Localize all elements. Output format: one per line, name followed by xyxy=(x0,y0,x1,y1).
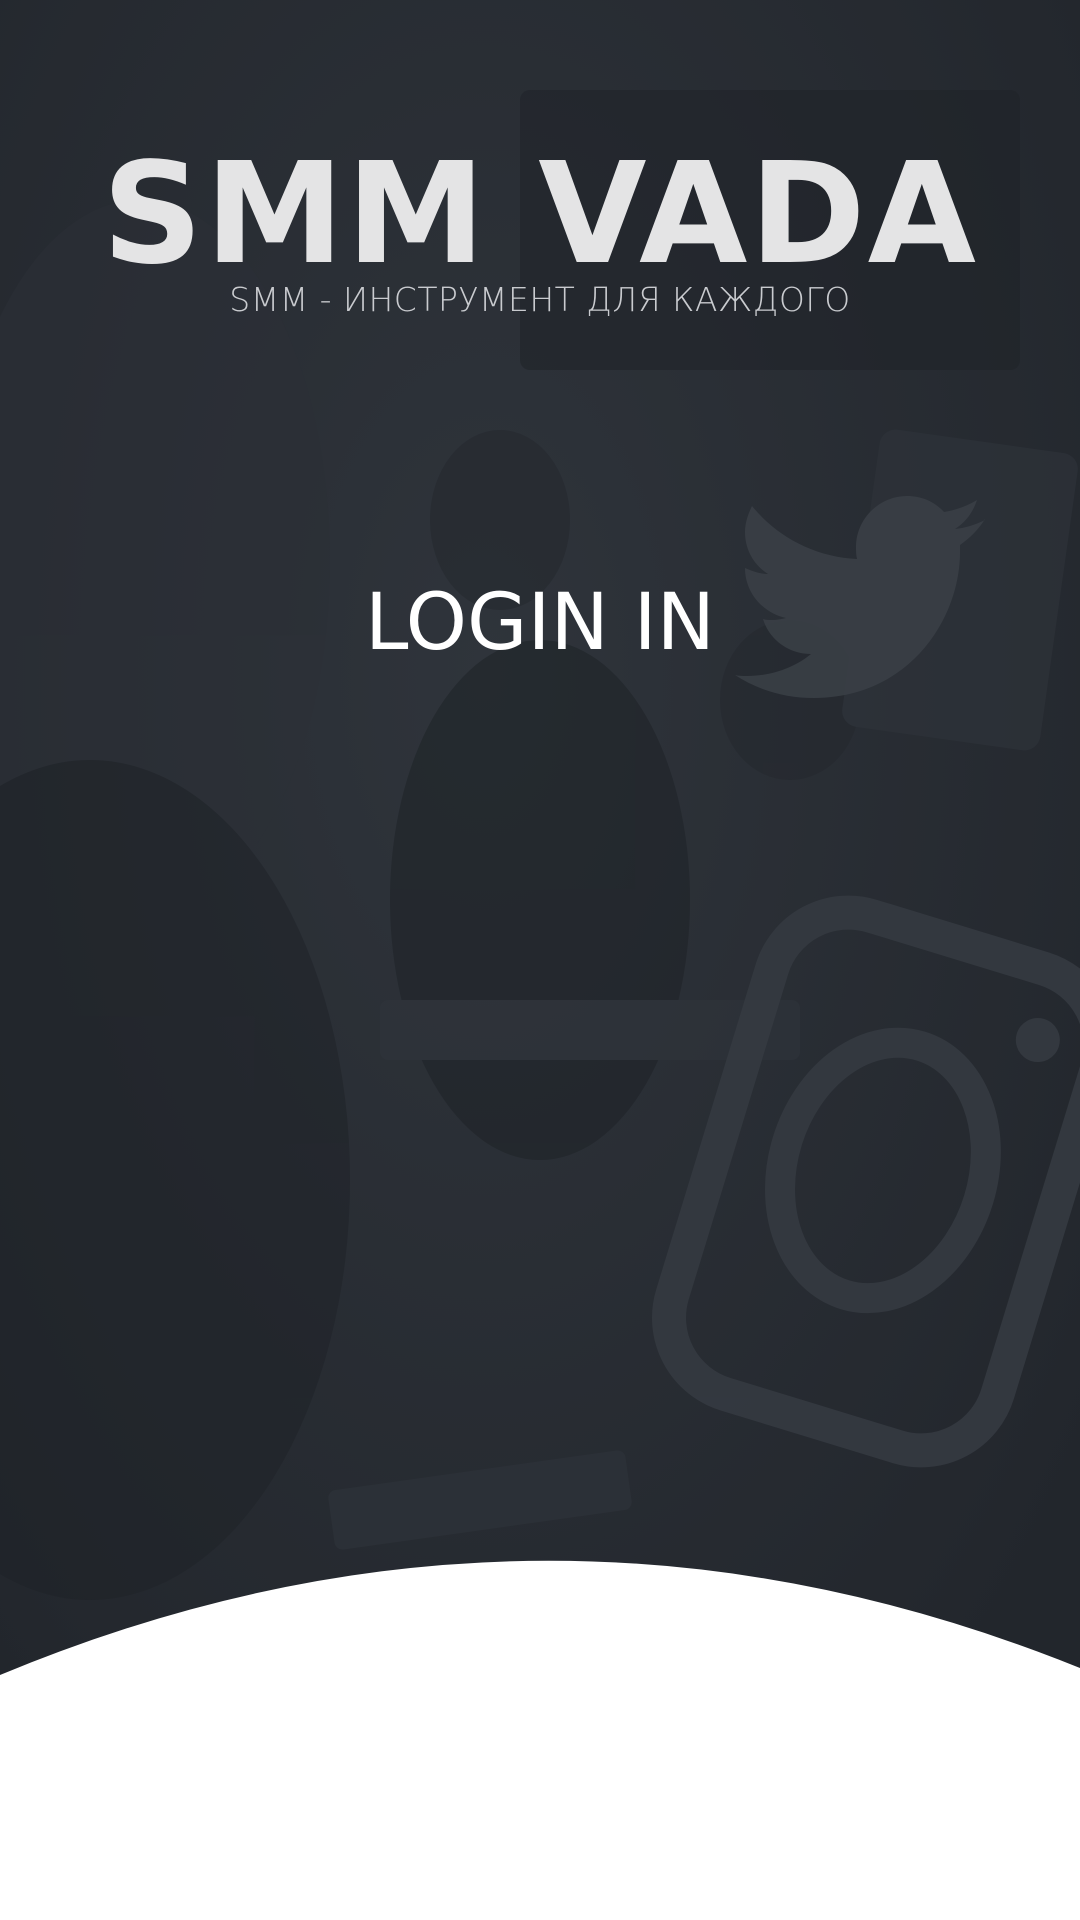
app-title: SMM VADA xyxy=(102,133,978,296)
app-tagline: SMM - ИНСТРУМЕНТ ДЛЯ КАЖДОГО xyxy=(229,280,851,319)
login-screen: SMM VADA SMM - ИНСТРУМЕНТ ДЛЯ КАЖДОГО LO… xyxy=(0,0,1080,1920)
login-heading: LOGIN IN xyxy=(364,578,715,668)
